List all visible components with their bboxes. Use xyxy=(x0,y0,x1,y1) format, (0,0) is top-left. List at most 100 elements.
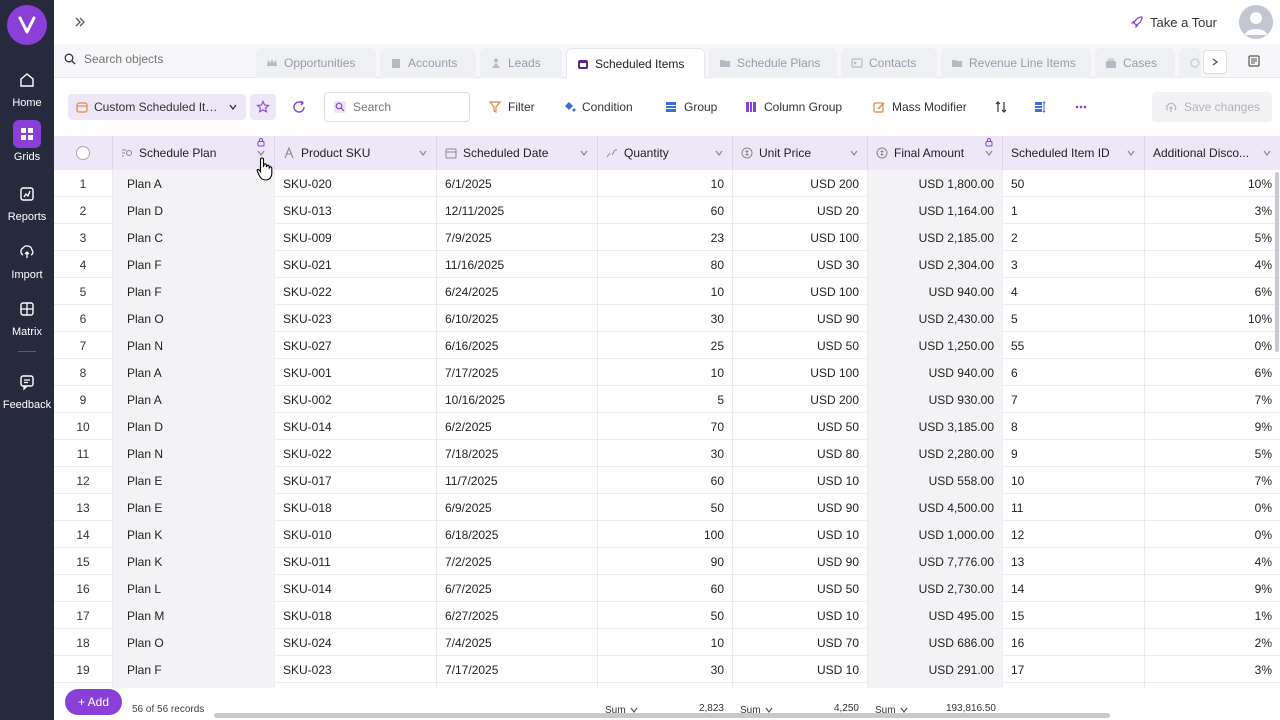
cell-quantity[interactable]: 90 xyxy=(598,548,733,575)
cell-final-amount[interactable]: USD 558.00 xyxy=(868,467,1003,494)
table-row[interactable]: 18 Plan O SKU-024 7/4/2025 10 USD 70 USD 686.0… xyxy=(54,629,1280,656)
table-row[interactable]: 4 Plan F SKU-021 11/16/2025 80 USD 30 USD 2,30… xyxy=(54,251,1280,278)
cell-schedule-plan[interactable]: Plan K xyxy=(113,521,275,548)
cell-scheduled-item-id[interactable]: 3 xyxy=(1003,251,1145,278)
table-row[interactable]: 2 Plan D SKU-013 12/11/2025 60 USD 20 USD 1,16… xyxy=(54,197,1280,224)
cell-scheduled-date[interactable]: 7/4/2025 xyxy=(437,629,598,656)
view-selector[interactable]: Custom Scheduled Ite... xyxy=(68,94,246,120)
cell-final-amount[interactable]: USD 4,500.00 xyxy=(868,494,1003,521)
cell-additional-discount[interactable]: 2% xyxy=(1145,629,1280,656)
cell-quantity[interactable]: 10 xyxy=(598,170,733,197)
cell-schedule-plan[interactable]: Plan O xyxy=(113,629,275,656)
tabs-menu-button[interactable] xyxy=(1246,53,1262,69)
tab-cases[interactable]: Cases xyxy=(1095,48,1175,78)
user-avatar[interactable] xyxy=(1239,5,1273,39)
cell-final-amount[interactable]: USD 2,730.00 xyxy=(868,575,1003,602)
cell-final-amount[interactable]: USD 2,304.00 xyxy=(868,251,1003,278)
table-row[interactable]: 14 Plan K SKU-010 6/18/2025 100 USD 10 USD 1,0… xyxy=(54,521,1280,548)
tab-revenue-line-items[interactable]: Revenue Line Items xyxy=(941,48,1091,78)
cell-scheduled-item-id[interactable]: 50 xyxy=(1003,170,1145,197)
cell-unit-price[interactable]: USD 10 xyxy=(733,602,868,629)
cell-final-amount[interactable]: USD 2,280.00 xyxy=(868,440,1003,467)
cell-final-amount[interactable]: USD 940.00 xyxy=(868,359,1003,386)
cell-product-sku[interactable]: SKU-017 xyxy=(275,467,437,494)
cell-scheduled-date[interactable]: 6/27/2025 xyxy=(437,602,598,629)
cell-quantity[interactable]: 10 xyxy=(598,629,733,656)
cell-product-sku[interactable]: SKU-023 xyxy=(275,305,437,332)
tab-scheduled-items[interactable]: Scheduled Items xyxy=(566,48,705,78)
cell-unit-price[interactable]: USD 10 xyxy=(733,467,868,494)
condition-button[interactable]: Condition xyxy=(562,98,633,116)
cell-product-sku[interactable]: SKU-023 xyxy=(275,656,437,683)
cell-scheduled-item-id[interactable]: 4 xyxy=(1003,278,1145,305)
group-button[interactable]: Group xyxy=(664,98,717,116)
table-row[interactable]: 10 Plan D SKU-014 6/2/2025 70 USD 50 USD 3,185… xyxy=(54,413,1280,440)
table-row[interactable]: 13 Plan E SKU-018 6/9/2025 50 USD 90 USD 4,500… xyxy=(54,494,1280,521)
cell-unit-price[interactable]: USD 90 xyxy=(733,494,868,521)
cell-additional-discount[interactable]: 10% xyxy=(1145,170,1280,197)
cell-final-amount[interactable]: USD 1,800.00 xyxy=(868,170,1003,197)
cell-scheduled-date[interactable]: 6/16/2025 xyxy=(437,332,598,359)
cell-quantity[interactable]: 70 xyxy=(598,413,733,440)
select-all-checkbox[interactable] xyxy=(54,136,113,170)
cell-unit-price[interactable]: USD 50 xyxy=(733,575,868,602)
cell-product-sku[interactable]: SKU-013 xyxy=(275,197,437,224)
nav-feedback[interactable]: Feedback xyxy=(0,368,54,411)
cell-scheduled-date[interactable]: 10/16/2025 xyxy=(437,386,598,413)
tabs-scroll-right-button[interactable] xyxy=(1203,50,1227,74)
cell-quantity[interactable]: 100 xyxy=(598,521,733,548)
cell-unit-price[interactable]: USD 10 xyxy=(733,521,868,548)
cell-additional-discount[interactable]: 7% xyxy=(1145,467,1280,494)
cell-final-amount[interactable]: USD 291.00 xyxy=(868,656,1003,683)
cell-additional-discount[interactable]: 5% xyxy=(1145,440,1280,467)
cell-schedule-plan[interactable]: Plan A xyxy=(113,170,275,197)
cell-product-sku[interactable]: SKU-027 xyxy=(275,332,437,359)
app-logo[interactable] xyxy=(7,5,47,45)
cell-scheduled-date[interactable]: 11/16/2025 xyxy=(437,251,598,278)
cell-quantity[interactable]: 23 xyxy=(598,224,733,251)
cell-additional-discount[interactable]: 10% xyxy=(1145,305,1280,332)
cell-scheduled-date[interactable]: 6/9/2025 xyxy=(437,494,598,521)
column-header-scheduled-item-id[interactable]: Scheduled Item ID xyxy=(1003,136,1145,170)
mass-modifier-button[interactable]: Mass Modifier xyxy=(872,98,967,116)
cell-schedule-plan[interactable]: Plan D xyxy=(113,413,275,440)
cell-scheduled-item-id[interactable]: 10 xyxy=(1003,467,1145,494)
cell-additional-discount[interactable]: 0% xyxy=(1145,494,1280,521)
chevron-down-icon[interactable] xyxy=(579,148,589,158)
cell-scheduled-date[interactable]: 6/18/2025 xyxy=(437,521,598,548)
cell-schedule-plan[interactable]: Plan K xyxy=(113,548,275,575)
cell-additional-discount[interactable]: 5% xyxy=(1145,224,1280,251)
cell-schedule-plan[interactable]: Plan F xyxy=(113,278,275,305)
table-row[interactable]: 7 Plan N SKU-027 6/16/2025 25 USD 50 USD 1,250… xyxy=(54,332,1280,359)
cell-unit-price[interactable]: USD 80 xyxy=(733,440,868,467)
cell-quantity[interactable]: 10 xyxy=(598,359,733,386)
cell-additional-discount[interactable]: 9% xyxy=(1145,575,1280,602)
nav-grids[interactable]: Grids xyxy=(0,120,54,163)
cell-schedule-plan[interactable]: Plan A xyxy=(113,386,275,413)
cell-scheduled-date[interactable]: 12/11/2025 xyxy=(437,197,598,224)
table-row[interactable]: 6 Plan O SKU-023 6/10/2025 30 USD 90 USD 2,430… xyxy=(54,305,1280,332)
table-row[interactable]: 11 Plan N SKU-022 7/18/2025 30 USD 80 USD 2,28… xyxy=(54,440,1280,467)
chevron-down-icon[interactable] xyxy=(418,148,428,158)
tab-overflow[interactable] xyxy=(1179,48,1201,78)
cell-scheduled-date[interactable]: 6/24/2025 xyxy=(437,278,598,305)
take-tour-button[interactable]: Take a Tour xyxy=(1130,12,1217,32)
cell-quantity[interactable]: 5 xyxy=(598,386,733,413)
column-header-quantity[interactable]: Quantity xyxy=(598,136,733,170)
chevron-down-icon[interactable] xyxy=(984,148,994,158)
cell-final-amount[interactable]: USD 930.00 xyxy=(868,386,1003,413)
chevron-down-icon[interactable] xyxy=(1126,148,1136,158)
cell-unit-price[interactable]: USD 90 xyxy=(733,548,868,575)
cell-scheduled-date[interactable]: 11/7/2025 xyxy=(437,467,598,494)
save-changes-button[interactable]: Save changes xyxy=(1152,92,1272,122)
cell-unit-price[interactable]: USD 50 xyxy=(733,413,868,440)
cell-scheduled-item-id[interactable]: 1 xyxy=(1003,197,1145,224)
cell-scheduled-date[interactable]: 7/9/2025 xyxy=(437,224,598,251)
cell-additional-discount[interactable]: 0% xyxy=(1145,332,1280,359)
cell-schedule-plan[interactable]: Plan F xyxy=(113,251,275,278)
cell-additional-discount[interactable]: 6% xyxy=(1145,359,1280,386)
tab-contacts[interactable]: Contacts xyxy=(841,48,937,78)
cell-quantity[interactable]: 60 xyxy=(598,197,733,224)
cell-schedule-plan[interactable]: Plan E xyxy=(113,494,275,521)
cell-product-sku[interactable]: SKU-002 xyxy=(275,386,437,413)
